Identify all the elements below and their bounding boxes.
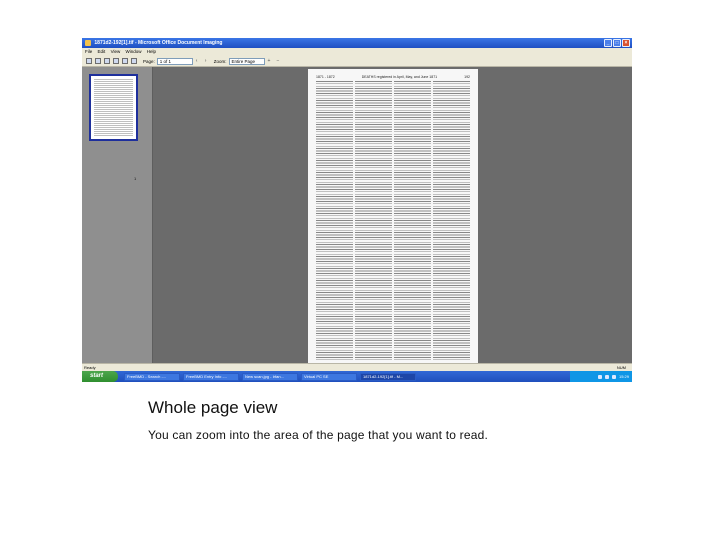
slide-caption: You can zoom into the area of the page t…: [148, 428, 488, 442]
status-bar: Ready NUM: [82, 363, 632, 371]
send-icon[interactable]: [104, 58, 110, 64]
tray-icon[interactable]: [604, 374, 609, 379]
page-text-columns: [316, 81, 470, 361]
document-page: 1871 - 1872 DEATHS registered in April, …: [308, 69, 478, 363]
menu-bar: File Edit View Window Help: [82, 48, 632, 56]
zoom-in-icon[interactable]: +: [268, 58, 274, 64]
menu-edit[interactable]: Edit: [98, 49, 106, 54]
previous-page-icon[interactable]: ‹: [196, 58, 202, 64]
page-header-right: 192: [464, 75, 470, 79]
zoom-out-icon[interactable]: −: [277, 58, 283, 64]
volume-icon[interactable]: [611, 374, 616, 379]
page-thumbnail[interactable]: [89, 74, 138, 141]
thumbnail-pane: 1: [82, 67, 153, 363]
menu-view[interactable]: View: [111, 49, 121, 54]
text-column: [394, 81, 431, 361]
app-icon: [85, 39, 91, 46]
start-button[interactable]: start: [82, 371, 118, 382]
system-tray: 15:29: [570, 371, 632, 382]
text-column: [355, 81, 392, 361]
thumbnail-image: [94, 79, 133, 136]
menu-help[interactable]: Help: [147, 49, 156, 54]
taskbar-item[interactable]: FreeBMD - Search -...: [124, 372, 180, 381]
taskbar-item-active[interactable]: 1871d2-192[1].tif - M...: [360, 372, 416, 381]
taskbar: start FreeBMD - Search -... FreeBMD Entr…: [82, 371, 632, 382]
clock: 15:29: [618, 374, 629, 379]
scan-icon[interactable]: [131, 58, 137, 64]
zoom-select[interactable]: Entire Page: [228, 57, 265, 65]
taskbar-item[interactable]: Virtual PC SE: [301, 372, 357, 381]
window-controls: _ □ ×: [604, 39, 630, 47]
slide-heading: Whole page view: [148, 398, 278, 417]
maximize-button[interactable]: □: [613, 39, 621, 47]
close-button[interactable]: ×: [622, 39, 630, 47]
page-header-center: DEATHS registered in April, May, and Jun…: [361, 75, 438, 79]
text-column: [433, 81, 470, 361]
thumbnail-page-number: 1: [134, 176, 137, 181]
print-icon[interactable]: [113, 58, 119, 64]
next-page-icon[interactable]: ›: [205, 58, 211, 64]
minimize-button[interactable]: _: [604, 39, 612, 47]
status-text: Ready: [84, 365, 96, 370]
page-header-left: 1871 - 1872: [316, 75, 335, 79]
screenshot: 1871d2-192[1].tif - Microsoft Office Doc…: [82, 38, 632, 382]
text-column: [316, 81, 353, 361]
open-icon[interactable]: [86, 58, 92, 64]
tray-icon[interactable]: [597, 374, 602, 379]
taskbar-item[interactable]: FreeBMD Entry Info -...: [183, 372, 239, 381]
menu-file[interactable]: File: [85, 49, 92, 54]
document-view[interactable]: 1871 - 1872 DEATHS registered in April, …: [153, 67, 632, 363]
page-header: 1871 - 1872 DEATHS registered in April, …: [316, 75, 470, 79]
taskbar-item[interactable]: New scan.jpg - Irfan...: [242, 372, 298, 381]
window-title: 1871d2-192[1].tif - Microsoft Office Doc…: [94, 40, 223, 46]
page-field[interactable]: 1 of 1: [156, 57, 193, 65]
zoom-label: Zoom:: [213, 58, 227, 64]
menu-window[interactable]: Window: [126, 49, 142, 54]
toolbar: Page: 1 of 1 ‹ › Zoom: Entire Page + −: [82, 56, 632, 67]
find-icon[interactable]: [122, 58, 128, 64]
page-label: Page:: [143, 58, 155, 64]
title-bar: 1871d2-192[1].tif - Microsoft Office Doc…: [82, 38, 632, 48]
slide: 1871d2-192[1].tif - Microsoft Office Doc…: [0, 0, 720, 540]
save-icon[interactable]: [95, 58, 101, 64]
